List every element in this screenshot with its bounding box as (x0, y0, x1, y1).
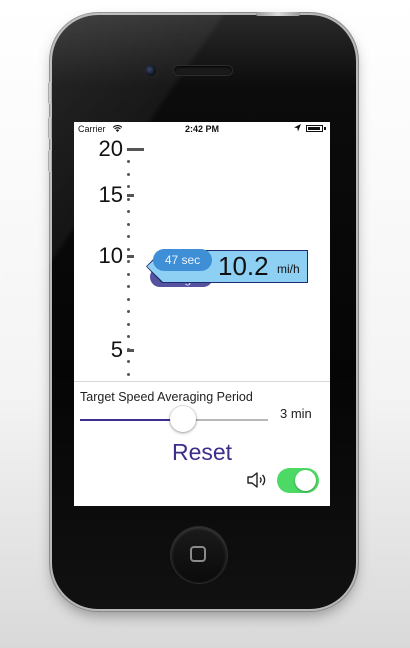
sound-toggle-knob[interactable] (295, 470, 316, 491)
scale-dot (127, 185, 130, 188)
scale-dot (127, 247, 130, 251)
scale-dot (127, 285, 130, 288)
status-time: 2:42 PM (184, 124, 219, 134)
battery-icon (306, 125, 323, 132)
scale-dot (127, 235, 130, 238)
front-camera (145, 65, 156, 76)
averaging-period-label: Target Speed Averaging Period (80, 390, 253, 404)
scale-dot (127, 210, 130, 213)
earpiece-speaker (174, 66, 232, 75)
tick-label-5: 5 (110, 337, 123, 362)
averaging-period-slider-thumb[interactable] (170, 406, 197, 432)
averaging-period-value: 3 min (280, 406, 312, 421)
speed-unit: mi/h (277, 262, 300, 276)
speaker-icon (247, 472, 266, 488)
tick-label-20: 20 (98, 136, 123, 161)
scale-dot (127, 347, 130, 351)
scale-dot (127, 160, 130, 163)
scale-dot (127, 297, 130, 301)
tick-label-10: 10 (98, 243, 123, 268)
status-bar: Carrier 2:42 PM (74, 122, 330, 136)
scale-dot (127, 222, 130, 226)
location-arrow-icon (294, 124, 301, 132)
tick-label-15: 15 (98, 182, 123, 207)
scale-dot (127, 272, 130, 276)
scale-dot (127, 322, 130, 326)
volume-down-button (48, 150, 52, 172)
scale-dot (127, 172, 130, 176)
scale-dot (127, 310, 130, 313)
speed-gauge: 20 15 10 5 avg 47 sec 10.2 mi/h (74, 136, 330, 381)
battery-level (308, 127, 320, 130)
scale-dot (127, 372, 130, 376)
tick-mark-10 (127, 255, 134, 258)
tick-mark-20 (127, 148, 144, 151)
home-button-square-icon (190, 546, 206, 562)
battery-tip (324, 127, 326, 130)
silent-switch (48, 82, 52, 104)
slider-track-empty[interactable] (183, 419, 268, 421)
scale-dot (127, 197, 130, 201)
scale-dot (127, 335, 130, 338)
sleep-button (256, 12, 300, 16)
section-divider (74, 381, 330, 382)
elapsed-badge: 47 sec (153, 249, 212, 271)
reset-button[interactable]: Reset (132, 435, 272, 469)
tick-mark-15 (127, 194, 134, 197)
scale-dot (127, 260, 130, 263)
current-speed-value: 10.2 (218, 251, 269, 281)
volume-up-button (48, 117, 52, 139)
slider-track-filled[interactable] (80, 419, 184, 421)
app-screen: Carrier 2:42 PM 20 15 10 5 avg 47 sec 10… (74, 122, 330, 506)
scale-dot (127, 360, 130, 363)
